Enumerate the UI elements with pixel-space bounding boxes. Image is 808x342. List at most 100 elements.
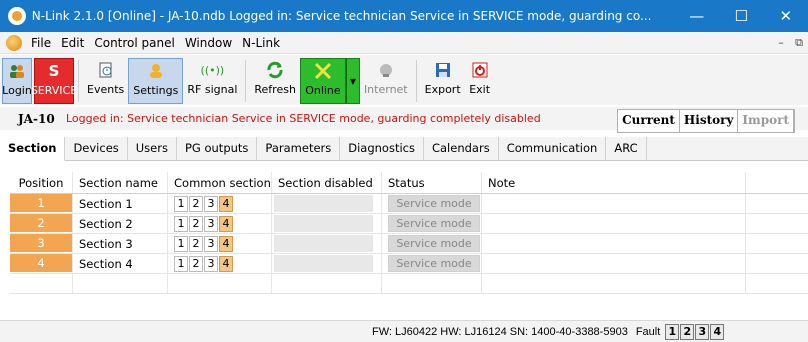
section-disabled-box: [274, 235, 373, 252]
menu-control-panel[interactable]: Control panel: [89, 36, 179, 50]
section-disabled-box: [274, 195, 373, 212]
online-label: Online: [305, 84, 341, 97]
common-section-chip[interactable]: 2: [189, 215, 203, 232]
refresh-button[interactable]: Refresh: [250, 58, 300, 104]
tab-section[interactable]: Section: [0, 137, 66, 161]
column-header-note[interactable]: Note: [482, 172, 746, 193]
section-name-cell[interactable]: Section 3: [73, 234, 168, 253]
section-name-cell[interactable]: Section 4: [73, 254, 168, 273]
common-section-chip[interactable]: 2: [189, 195, 203, 212]
exit-button[interactable]: Exit: [465, 58, 495, 104]
status-cell: Service mode: [382, 194, 482, 213]
common-section-chip[interactable]: 1: [174, 215, 188, 232]
rf-signal-icon: ((•)): [200, 63, 225, 77]
section-name-cell[interactable]: Section 1: [73, 194, 168, 213]
service-s-icon: S: [48, 62, 60, 80]
toolbar: Login S SERVICE Events Settings ((•)) RF…: [0, 55, 808, 105]
internet-icon: [375, 60, 397, 80]
tab-users[interactable]: Users: [128, 137, 177, 161]
section-disabled-cell[interactable]: [272, 194, 382, 213]
mdi-restore-icon[interactable]: ⧉: [792, 36, 806, 50]
empty-cell: [73, 274, 168, 293]
online-dropdown-button[interactable]: ▼: [345, 58, 360, 104]
tab-diagnostics[interactable]: Diagnostics: [340, 137, 424, 161]
table-row[interactable]: 4 Section 4 1 2 3 4 Service mode: [10, 254, 808, 274]
common-section-chip[interactable]: 3: [204, 195, 218, 212]
table-row[interactable]: 3 Section 3 1 2 3 4 Service mode: [10, 234, 808, 254]
table-row[interactable]: 1 Section 1 1 2 3 4 Service mode: [10, 194, 808, 214]
column-header-common-section[interactable]: Common section: [168, 172, 272, 193]
note-cell[interactable]: [482, 194, 746, 213]
export-button[interactable]: Export: [421, 58, 465, 104]
empty-cell: [746, 254, 808, 273]
position-cell[interactable]: 1: [10, 194, 73, 213]
column-header-empty: [746, 172, 808, 193]
toolbar-separator: [78, 60, 79, 102]
minimize-button[interactable]: —: [675, 0, 720, 32]
column-header-status[interactable]: Status: [382, 172, 482, 193]
refresh-label: Refresh: [254, 83, 296, 96]
note-cell[interactable]: [482, 234, 746, 253]
events-button[interactable]: Events: [83, 58, 128, 104]
empty-cell: [382, 274, 482, 293]
fault-indicators: 1 2 3 4: [665, 323, 725, 340]
empty-cell: [746, 194, 808, 213]
tab-history[interactable]: History: [680, 110, 739, 132]
login-button[interactable]: Login: [2, 58, 32, 104]
common-section-chip[interactable]: 4: [219, 215, 233, 232]
close-button[interactable]: ✕: [764, 0, 808, 32]
common-section-chip[interactable]: 3: [204, 215, 218, 232]
maximize-button[interactable]: ☐: [719, 0, 764, 32]
tab-calendars[interactable]: Calendars: [424, 137, 499, 161]
menu-n-link[interactable]: N-Link: [237, 36, 285, 50]
service-mode-status[interactable]: Service mode: [388, 235, 480, 252]
column-header-section-name[interactable]: Section name: [73, 172, 168, 193]
section-disabled-cell[interactable]: [272, 234, 382, 253]
tab-pg-outputs[interactable]: PG outputs: [177, 137, 258, 161]
common-section-chip[interactable]: 3: [204, 255, 218, 272]
common-section-chip[interactable]: 2: [189, 255, 203, 272]
note-cell[interactable]: [482, 214, 746, 233]
tab-current[interactable]: Current: [618, 110, 680, 132]
position-cell[interactable]: 4: [10, 254, 73, 273]
common-section-chip[interactable]: 4: [219, 235, 233, 252]
note-cell[interactable]: [482, 254, 746, 273]
settings-button[interactable]: Settings: [128, 58, 184, 104]
column-header-position[interactable]: Position: [10, 172, 73, 193]
section-disabled-cell[interactable]: [272, 254, 382, 273]
menu-edit[interactable]: Edit: [56, 36, 89, 50]
column-header-section-disabled[interactable]: Section disabled: [272, 172, 382, 193]
online-button[interactable]: Online: [299, 58, 346, 104]
common-section-chip[interactable]: 4: [219, 195, 233, 212]
menu-file[interactable]: File: [26, 36, 56, 50]
mdi-minimize-icon[interactable]: –: [774, 36, 788, 50]
table-row[interactable]: 2 Section 2 1 2 3 4 Service mode: [10, 214, 808, 234]
fault-chip: 4: [710, 323, 725, 340]
app-menu-icon[interactable]: [6, 34, 22, 51]
tab-devices[interactable]: Devices: [65, 137, 128, 161]
menu-window[interactable]: Window: [180, 36, 237, 50]
common-section-chip[interactable]: 2: [189, 235, 203, 252]
service-mode-status[interactable]: Service mode: [388, 195, 480, 212]
chevron-down-icon: ▼: [349, 76, 357, 86]
section-disabled-cell[interactable]: [272, 214, 382, 233]
service-mode-status[interactable]: Service mode: [388, 255, 480, 272]
position-cell[interactable]: 3: [10, 234, 73, 253]
rf-signal-label: RF signal: [187, 83, 238, 96]
common-section-chip[interactable]: 1: [174, 255, 188, 272]
position-cell[interactable]: 2: [10, 214, 73, 233]
tab-communication[interactable]: Communication: [499, 137, 607, 161]
service-button[interactable]: S SERVICE: [31, 58, 77, 104]
tab-parameters[interactable]: Parameters: [257, 137, 341, 161]
device-name: JA-10: [18, 111, 55, 126]
common-section-chip[interactable]: 1: [174, 235, 188, 252]
tab-import[interactable]: Import: [738, 110, 794, 132]
common-section-chip[interactable]: 3: [204, 235, 218, 252]
common-section-chip[interactable]: 1: [174, 195, 188, 212]
tab-arc[interactable]: ARC: [606, 137, 647, 161]
service-mode-status[interactable]: Service mode: [388, 215, 480, 232]
section-name-cell[interactable]: Section 2: [73, 214, 168, 233]
rf-signal-button[interactable]: ((•)) RF signal: [183, 58, 241, 104]
internet-button[interactable]: Internet: [360, 58, 412, 104]
common-section-chip[interactable]: 4: [219, 255, 233, 272]
